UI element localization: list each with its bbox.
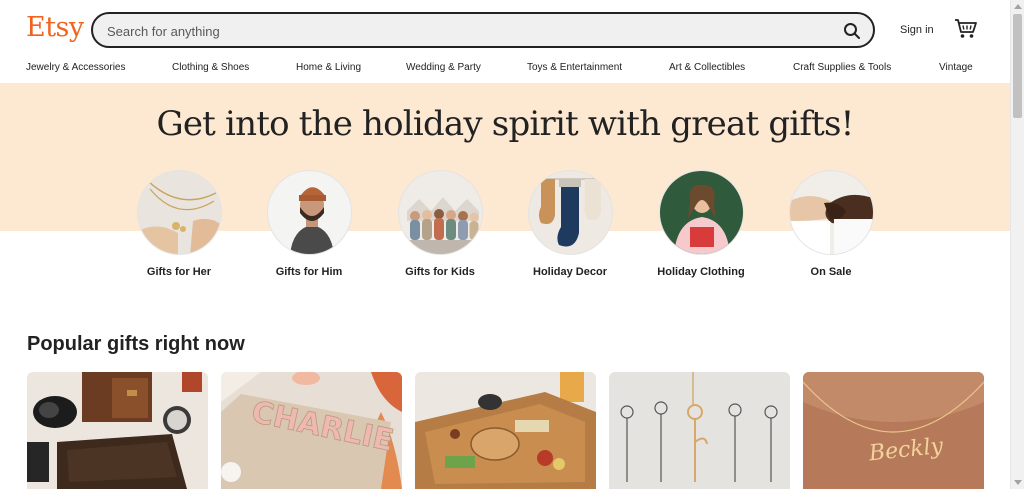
on-sale-label: On Sale (810, 266, 852, 278)
product-image-wallet (27, 372, 208, 489)
banner-headline: Get into the holiday spirit with great g… (156, 104, 854, 144)
page-scrollbar[interactable] (1010, 0, 1024, 489)
product-card-wallet[interactable] (27, 372, 208, 489)
search-icon (844, 23, 860, 39)
category-wedding-party[interactable]: Wedding & Party (406, 62, 481, 73)
popular-products-row: CHARLIE Beckly (0, 372, 1010, 489)
category-nav: Jewelry & Accessories Clothing & Shoes H… (0, 58, 1010, 82)
gifts-for-him-label: Gifts for Him (275, 266, 343, 278)
on-sale-image (788, 170, 874, 255)
gifts-for-her-label: Gifts for Her (146, 266, 212, 278)
cart-icon (955, 19, 977, 38)
category-clothing-shoes[interactable]: Clothing & Shoes (172, 62, 249, 73)
holiday-decor-image (527, 170, 613, 255)
scrollbar-thumb[interactable] (1013, 14, 1022, 118)
gifts-for-kids-label: Gifts for Kids (405, 266, 475, 278)
product-image-flower-necklace (609, 372, 790, 489)
holiday-decor-label: Holiday Decor (533, 266, 607, 278)
category-vintage[interactable]: Vintage (939, 62, 973, 73)
search-input[interactable] (107, 21, 807, 41)
search-bar (91, 12, 875, 48)
site-header: Etsy Sign in (0, 0, 1010, 58)
circle-gifts-for-kids[interactable]: Gifts for Kids (385, 170, 495, 279)
holiday-clothing-label: Holiday Clothing (657, 266, 745, 278)
circle-holiday-decor[interactable]: Holiday Decor (515, 170, 625, 279)
category-art-collectibles[interactable]: Art & Collectibles (669, 62, 745, 73)
etsy-home-page: Etsy Sign in Jewelry & Accessorie (0, 0, 1010, 489)
product-card-charcuterie[interactable] (415, 372, 596, 489)
product-image-name-necklace: Beckly (803, 372, 984, 489)
product-card-name-necklace[interactable]: Beckly (803, 372, 984, 489)
gifts-for-him-image (266, 170, 352, 255)
circle-gifts-for-her[interactable]: Gifts for Her (124, 170, 234, 279)
popular-gifts-title: Popular gifts right now (27, 333, 245, 355)
product-image-charcuterie (415, 372, 596, 489)
etsy-logo[interactable]: Etsy (26, 12, 84, 43)
circle-on-sale[interactable]: On Sale (776, 170, 886, 279)
category-toys-entertainment[interactable]: Toys & Entertainment (527, 62, 622, 73)
product-card-flower-necklace[interactable] (609, 372, 790, 489)
cart-button[interactable] (954, 18, 978, 40)
scroll-down-arrow-icon[interactable] (1014, 480, 1022, 485)
holiday-clothing-image (658, 170, 744, 255)
circle-holiday-clothing[interactable]: Holiday Clothing (646, 170, 756, 279)
product-card-name-puzzle[interactable]: CHARLIE (221, 372, 402, 489)
category-craft-supplies-tools[interactable]: Craft Supplies & Tools (793, 62, 891, 73)
scroll-up-arrow-icon[interactable] (1014, 4, 1022, 9)
gifts-for-her-image (136, 170, 222, 255)
gifts-for-kids-image (397, 170, 483, 255)
category-home-living[interactable]: Home & Living (296, 62, 361, 73)
product-image-name-puzzle: CHARLIE (221, 372, 402, 489)
circle-gifts-for-him[interactable]: Gifts for Him (254, 170, 364, 279)
sign-in-link[interactable]: Sign in (900, 24, 934, 36)
search-button[interactable] (839, 18, 865, 44)
category-jewelry-accessories[interactable]: Jewelry & Accessories (26, 62, 125, 73)
